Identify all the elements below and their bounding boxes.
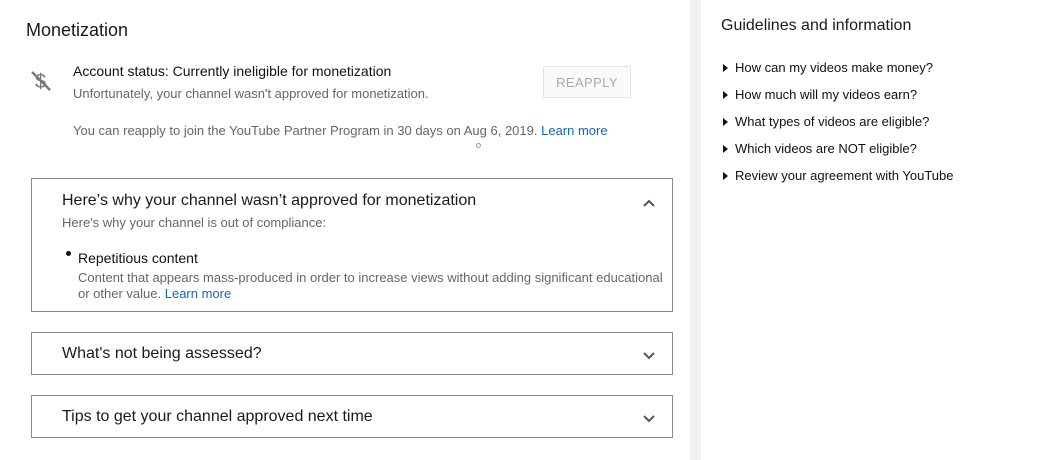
- page-title: Monetization: [26, 20, 129, 40]
- triangle-right-icon: [723, 63, 728, 72]
- chevron-down-icon[interactable]: [642, 411, 656, 425]
- reapply-note-text: You can reapply to join the YouTube Part…: [73, 123, 538, 138]
- guide-item-earnings[interactable]: How much will my videos earn?: [723, 81, 953, 108]
- reason-title: Repetitious content: [78, 250, 198, 266]
- reapply-button[interactable]: REAPPLY: [543, 66, 631, 98]
- not-assessed-panel-title[interactable]: What's not being assessed?: [62, 345, 262, 363]
- not-approved-panel-title[interactable]: Here’s why your channel wasn’t approved …: [62, 192, 476, 210]
- account-status: Account status: Currently ineligible for…: [73, 63, 392, 79]
- loading-dot: [476, 143, 481, 148]
- guide-item-label: What types of videos are eligible?: [735, 114, 930, 129]
- reapply-learn-more-link[interactable]: Learn more: [541, 123, 607, 138]
- not-approved-panel: Here’s why your channel wasn’t approved …: [31, 178, 673, 312]
- chevron-up-icon[interactable]: [642, 196, 656, 210]
- tips-panel-title[interactable]: Tips to get your channel approved next t…: [62, 408, 373, 426]
- guide-item-label: How much will my videos earn?: [735, 87, 918, 102]
- sidebar-title: Guidelines and information: [721, 17, 912, 34]
- reapply-note: You can reapply to join the YouTube Part…: [73, 123, 608, 138]
- guide-item-not-eligible[interactable]: Which videos are NOT eligible?: [723, 135, 953, 162]
- bullet: [66, 251, 71, 256]
- monetization-main: Monetization $ Account status: Currently…: [0, 0, 690, 460]
- guide-item-label: Which videos are NOT eligible?: [735, 141, 917, 156]
- triangle-right-icon: [723, 144, 728, 153]
- tips-panel[interactable]: Tips to get your channel approved next t…: [31, 395, 673, 438]
- guide-item-label: Review your agreement with YouTube: [735, 168, 954, 183]
- not-assessed-panel[interactable]: What's not being assessed?: [31, 332, 673, 375]
- guidelines-sidebar: Guidelines and information How can my vi…: [701, 0, 1045, 460]
- triangle-right-icon: [723, 117, 728, 126]
- reason-learn-more-link[interactable]: Learn more: [165, 286, 231, 301]
- triangle-right-icon: [723, 90, 728, 99]
- status-explanation: Unfortunately, your channel wasn't appro…: [73, 86, 429, 101]
- compliance-subtitle: Here's why your channel is out of compli…: [62, 215, 327, 230]
- triangle-right-icon: [723, 171, 728, 180]
- reason-description: Content that appears mass-produced in or…: [78, 270, 668, 302]
- chevron-down-icon[interactable]: [642, 348, 656, 362]
- no-money-icon: $: [31, 71, 51, 93]
- guide-item-make-money[interactable]: How can my videos make money?: [723, 54, 953, 81]
- guide-item-agreement[interactable]: Review your agreement with YouTube: [723, 162, 953, 189]
- guide-item-label: How can my videos make money?: [735, 60, 933, 75]
- guide-item-eligible-types[interactable]: What types of videos are eligible?: [723, 108, 953, 135]
- guidelines-list: How can my videos make money? How much w…: [723, 54, 953, 189]
